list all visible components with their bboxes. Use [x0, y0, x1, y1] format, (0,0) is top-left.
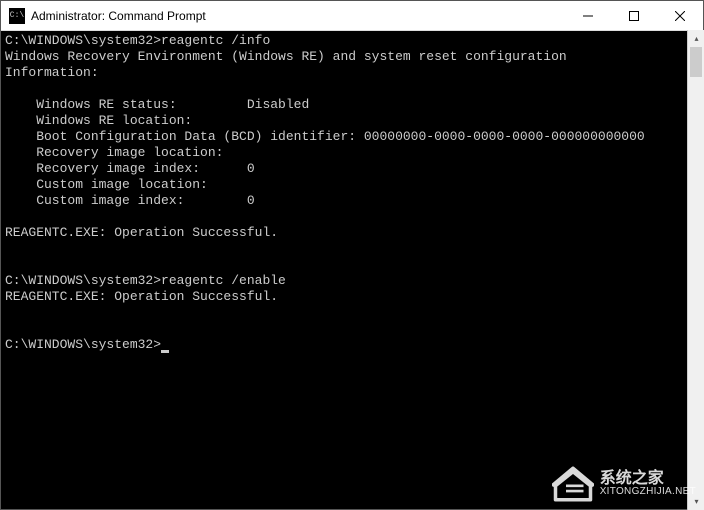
- scrollbar-thumb[interactable]: [690, 47, 702, 77]
- field-value: 00000000-0000-0000-0000-000000000000: [364, 129, 645, 144]
- scrollbar-down-arrow-icon[interactable]: ▾: [688, 493, 704, 510]
- scrollbar-up-arrow-icon[interactable]: ▴: [688, 30, 704, 47]
- field-value: 0: [247, 193, 255, 208]
- command-text: reagentc /enable: [161, 273, 286, 288]
- field-label: Recovery image index:: [5, 161, 247, 176]
- field-label: Custom image index:: [5, 193, 247, 208]
- command-text: reagentc /info: [161, 33, 270, 48]
- window-title: Administrator: Command Prompt: [31, 9, 565, 23]
- field-label: Windows RE status:: [5, 97, 247, 112]
- prompt-text: C:\WINDOWS\system32>: [5, 337, 161, 352]
- output-line: Windows Recovery Environment (Windows RE…: [5, 49, 567, 64]
- minimize-button[interactable]: [565, 1, 611, 30]
- field-label: Boot Configuration Data (BCD) identifier…: [5, 129, 364, 144]
- command-prompt-window: C:\ Administrator: Command Prompt C:\WIN…: [0, 0, 704, 510]
- vertical-scrollbar[interactable]: ▴ ▾: [687, 30, 704, 510]
- field-value: Disabled: [247, 97, 309, 112]
- output-line: Information:: [5, 65, 99, 80]
- app-icon: C:\: [9, 8, 25, 24]
- output-line: Recovery image location:: [5, 145, 223, 160]
- cursor: [161, 350, 169, 353]
- close-button[interactable]: [657, 1, 703, 30]
- window-controls: [565, 1, 703, 30]
- output-line: Custom image location:: [5, 177, 208, 192]
- console-output[interactable]: C:\WINDOWS\system32>reagentc /info Windo…: [1, 31, 703, 509]
- output-line: Windows RE location:: [5, 113, 192, 128]
- maximize-button[interactable]: [611, 1, 657, 30]
- result-line: REAGENTC.EXE: Operation Successful.: [5, 225, 278, 240]
- result-line: REAGENTC.EXE: Operation Successful.: [5, 289, 278, 304]
- prompt-text: C:\WINDOWS\system32>: [5, 273, 161, 288]
- prompt-text: C:\WINDOWS\system32>: [5, 33, 161, 48]
- titlebar[interactable]: C:\ Administrator: Command Prompt: [1, 1, 703, 31]
- field-value: 0: [247, 161, 255, 176]
